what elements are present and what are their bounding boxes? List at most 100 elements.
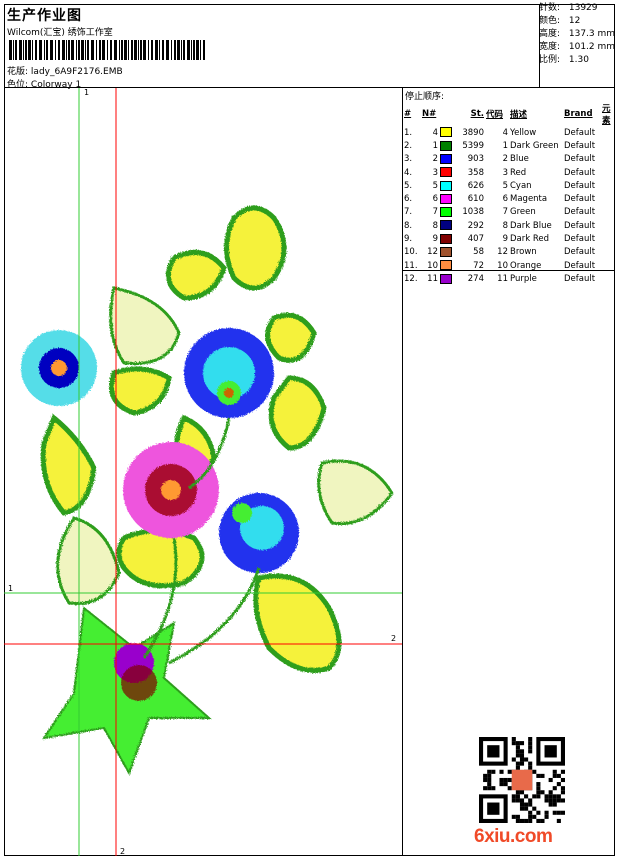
- row-code: 3: [502, 167, 508, 178]
- design-canvas[interactable]: 1 1 2 2: [4, 88, 403, 856]
- row-number: 9: [432, 234, 438, 245]
- row-swatch: [439, 272, 453, 285]
- row-code: 11: [497, 273, 508, 284]
- row-brand: Default: [564, 273, 596, 284]
- row-stitches: 3890: [462, 127, 484, 138]
- row-element: [601, 232, 615, 245]
- row-number: 5: [432, 180, 438, 191]
- magenta-flower: [123, 442, 219, 538]
- col-element: 元素: [602, 104, 611, 126]
- row-stitches: 610: [467, 194, 484, 205]
- row-stitches: 358: [467, 167, 484, 178]
- stop-sequence-title: 停止顺序:: [405, 92, 445, 102]
- row-index: 8.: [404, 220, 413, 231]
- row-index: 3.: [404, 154, 413, 165]
- row-index: 1.: [404, 127, 413, 138]
- table-row: 7. 7 1038 7 Green Default: [403, 206, 615, 219]
- blue-flower-top: [184, 328, 274, 418]
- row-index: 4.: [404, 167, 413, 178]
- row-swatch: [439, 206, 453, 219]
- row-swatch: [439, 153, 453, 166]
- row-index: 9.: [404, 234, 413, 245]
- row-brand: Default: [564, 140, 596, 151]
- row-description: Dark Blue: [510, 220, 552, 231]
- row-brand: Default: [564, 167, 596, 178]
- stat-row: 针数: 13929: [539, 3, 598, 13]
- row-index: 7.: [404, 207, 413, 218]
- row-swatch: [439, 232, 453, 245]
- row-swatch: [439, 219, 453, 232]
- row-element: [601, 246, 615, 259]
- row-description: Yellow: [510, 127, 537, 138]
- design-stats: 针数: 13929 颜色: 12 高度: 137.3 mm 宽度: 101.2 …: [539, 2, 615, 67]
- color-swatch: [440, 167, 452, 178]
- guide-label-h2: 2: [391, 634, 397, 643]
- row-element: [601, 139, 615, 152]
- row-brand: Default: [564, 194, 596, 205]
- row-swatch: [439, 166, 453, 179]
- table-row: 3. 2 903 2 Blue Default: [403, 153, 615, 166]
- row-stitches: 292: [467, 220, 484, 231]
- row-description: Magenta: [510, 194, 548, 205]
- row-element: [601, 166, 615, 179]
- row-element: [601, 192, 615, 205]
- col-code: 代码: [486, 110, 504, 120]
- row-brand: Default: [564, 127, 596, 138]
- row-number: 12: [427, 247, 438, 258]
- color-swatch: [440, 233, 452, 244]
- row-index: 12.: [404, 273, 418, 284]
- row-code: 1: [502, 140, 508, 151]
- row-brand: Default: [564, 247, 596, 258]
- stat-row: 比例: 1.30: [539, 55, 589, 65]
- stop-sequence-table: # N# St. 代码 描述 Brand 元素 1. 4 3890 4 Yellow De…: [403, 102, 615, 286]
- row-number: 8: [432, 220, 438, 231]
- color-swatch: [440, 180, 452, 191]
- row-code: 12: [497, 247, 508, 258]
- color-swatch: [440, 220, 452, 231]
- col-description: 描述: [510, 110, 528, 120]
- row-number: 4: [432, 127, 438, 138]
- row-description: Brown: [510, 247, 537, 258]
- guide-label-v2: 2: [120, 847, 126, 856]
- color-swatch: [440, 193, 452, 204]
- row-stitches: 407: [467, 234, 484, 245]
- row-brand: Default: [564, 154, 596, 165]
- row-index: 6.: [404, 194, 413, 205]
- row-element: [601, 219, 615, 232]
- guide-label-v1: 1: [84, 88, 90, 97]
- row-brand: Default: [564, 220, 596, 231]
- row-code: 6: [502, 194, 508, 205]
- table-row: 5. 5 626 5 Cyan Default: [403, 179, 615, 192]
- row-code: 9: [502, 234, 508, 245]
- col-swatch: [439, 102, 453, 126]
- row-element: [601, 153, 615, 166]
- color-swatch: [440, 153, 452, 164]
- row-code: 4: [502, 127, 508, 138]
- row-index: 10.: [404, 247, 418, 258]
- table-row: 8. 8 292 8 Dark Blue Default: [403, 219, 615, 232]
- row-code: 2: [502, 154, 508, 165]
- qr-code: [479, 737, 565, 823]
- row-element: [601, 206, 615, 219]
- row-description: Red: [510, 167, 527, 178]
- row-element: [601, 126, 615, 139]
- table-row: 9. 9 407 9 Dark Red Default: [403, 232, 615, 245]
- row-swatch: [439, 139, 453, 152]
- color-swatch: [440, 207, 452, 218]
- stat-row: 高度: 137.3 mm: [539, 29, 616, 39]
- filename-label: 花版:: [7, 67, 29, 77]
- panel-divider: [403, 270, 615, 271]
- row-description: Purple: [510, 273, 537, 284]
- stat-row: 宽度: 101.2 mm: [539, 42, 616, 52]
- barcode: [9, 40, 205, 60]
- table-row: 4. 3 358 3 Red Default: [403, 166, 615, 179]
- page-title: 生产作业图: [7, 8, 82, 24]
- row-stitches: 274: [467, 273, 484, 284]
- row-description: Blue: [510, 154, 529, 165]
- row-stitches: 626: [467, 180, 484, 191]
- col-index: #: [404, 109, 412, 119]
- row-brand: Default: [564, 180, 596, 191]
- row-code: 5: [502, 180, 508, 191]
- row-number: 2: [432, 154, 438, 165]
- row-swatch: [439, 192, 453, 205]
